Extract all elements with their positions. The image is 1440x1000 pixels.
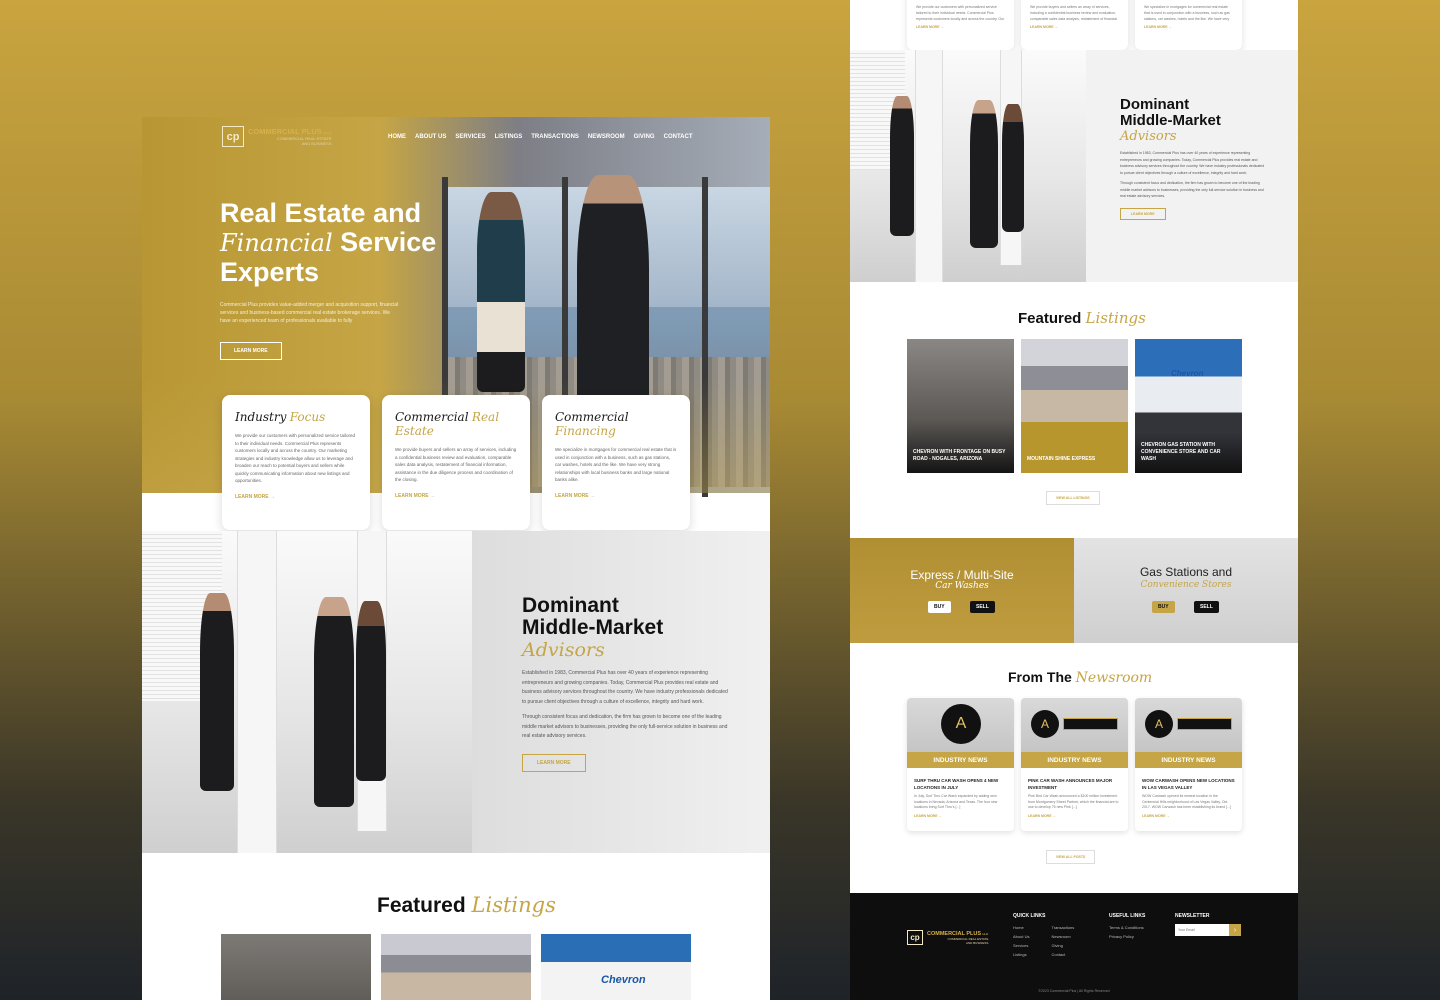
listing-card-1[interactable]: CHEVRON WITH FRONTAGE ON BUSY ROAD - NOG…	[907, 339, 1014, 473]
view-all-listings-button[interactable]: VIEW ALL LISTINGS	[1046, 491, 1100, 505]
card-learn-more-link[interactable]: LEARN MORE →	[235, 494, 357, 500]
hero-woman	[477, 192, 525, 392]
footer-link[interactable]: Newsroom	[1051, 932, 1074, 941]
footer-logo[interactable]: cp COMMERCIAL PLUS LLC COMMERCIAL REAL E…	[907, 930, 988, 945]
card-learn-more-link[interactable]: LEARN MORE →	[916, 25, 1005, 29]
footer-link[interactable]: Services	[1013, 941, 1029, 950]
dominant-text: Dominant Middle-Market Advisors Establis…	[522, 595, 732, 772]
newsroom-section: From The Newsroom A INDUSTRY NEWS SURF TH…	[850, 643, 1298, 893]
card-commercial-financing: Commercial Financing We specialize in mo…	[542, 395, 690, 530]
dominant-learn-more-button[interactable]: LEARN MORE	[1120, 207, 1166, 220]
chevron-sign: Chevron	[601, 974, 646, 986]
footer-link[interactable]: Home	[1013, 923, 1029, 932]
airplay-logo-icon: A	[1145, 710, 1173, 738]
news-learn-more-link[interactable]: LEARN MORE →	[1135, 811, 1242, 821]
card-learn-more-link[interactable]: LEARN MORE →	[1144, 25, 1233, 29]
logo-mark-icon: cp	[222, 126, 244, 147]
nav-contact[interactable]: CONTACT	[664, 134, 693, 140]
news-card-2[interactable]: A INDUSTRY NEWS PINK CAR WASH ANNOUNCES M…	[1021, 698, 1128, 831]
gas-station-buy-button[interactable]: BUY	[1152, 601, 1175, 613]
footer-link[interactable]: About Us	[1013, 932, 1029, 941]
listing-thumb-1[interactable]	[221, 934, 371, 1000]
view-all-posts-button[interactable]: VIEW ALL POSTS	[1046, 850, 1096, 864]
card-learn-more-link[interactable]: LEARN MORE →	[1030, 25, 1119, 29]
listing-card-3[interactable]: Chevron CHEVRON GAS STATION WITH CONVENI…	[1135, 339, 1242, 473]
hero-description: Commercial Plus provides value-added mer…	[220, 302, 399, 324]
logo[interactable]: cp COMMERCIAL PLUS LLC COMMERCIAL REAL E…	[222, 126, 332, 147]
card-learn-more-link[interactable]: LEARN MORE →	[555, 493, 677, 499]
listing-card-2[interactable]: MOUNTAIN SHINE EXPRESS	[1021, 339, 1128, 473]
chevron-sign: Chevron	[1171, 369, 1204, 378]
main-nav: HOME ABOUT US SERVICES LISTINGS TRANSACT…	[388, 134, 693, 140]
newsletter-email-input[interactable]	[1175, 924, 1229, 936]
nav-giving[interactable]: GIVING	[634, 134, 655, 140]
office-photo	[850, 50, 1086, 282]
office-photo	[142, 531, 472, 853]
nav-home[interactable]: HOME	[388, 134, 406, 140]
footer-link[interactable]: Privacy Policy	[1109, 932, 1145, 941]
banner-gas-stations: Gas Stations and Convenience Stores BUY …	[1074, 538, 1298, 643]
logo-mark-icon: cp	[907, 930, 923, 945]
footer: cp COMMERCIAL PLUS LLC COMMERCIAL REAL E…	[850, 893, 1298, 1000]
card-commercial-real-estate: Commercial Real Estate We provide buyers…	[382, 395, 530, 530]
airplay-logo-icon: A	[941, 704, 981, 744]
car-wash-sell-button[interactable]: SELL	[970, 601, 995, 613]
dominant-learn-more-button[interactable]: LEARN MORE	[522, 753, 586, 772]
category-banners: Express / Multi-Site Car Washes BUY SELL…	[850, 538, 1298, 643]
homepage-mockup-continued: We provide our customers with personaliz…	[850, 0, 1298, 1000]
copyright: ©2023 Commercial Plus | All Rights Reser…	[1038, 989, 1110, 993]
featured-listings-section: Featured Listings CHEVRON WITH FRONTAGE …	[850, 282, 1298, 538]
footer-link[interactable]: Listings	[1013, 950, 1029, 959]
listing-thumb-3[interactable]: Chevron	[541, 934, 691, 1000]
news-learn-more-link[interactable]: LEARN MORE →	[907, 811, 1014, 821]
news-card-3[interactable]: A INDUSTRY NEWS WOW CARWASH OPENS NEW LOC…	[1135, 698, 1242, 831]
nav-services[interactable]: SERVICES	[455, 134, 485, 140]
airplay-logo-icon: A	[1031, 710, 1059, 738]
car-wash-buy-button[interactable]: BUY	[928, 601, 951, 613]
nav-about[interactable]: ABOUT US	[415, 134, 446, 140]
newsletter-submit-button[interactable]: ›	[1229, 924, 1241, 936]
dominant-section: Dominant Middle-Market Advisors Establis…	[142, 531, 770, 853]
arrow-right-icon: ›	[1233, 926, 1237, 934]
footer-link[interactable]: Transactions	[1051, 923, 1074, 932]
news-learn-more-link[interactable]: LEARN MORE →	[1021, 811, 1128, 821]
news-card-1[interactable]: A INDUSTRY NEWS SURF THRU CAR WASH OPENS …	[907, 698, 1014, 831]
footer-link[interactable]: Giving	[1051, 941, 1074, 950]
hero-learn-more-button[interactable]: LEARN MORE	[220, 342, 282, 360]
nav-listings[interactable]: LISTINGS	[495, 134, 523, 140]
hero-title: Real Estate and Financial Service Expert…	[220, 198, 437, 287]
homepage-mockup-main: cp COMMERCIAL PLUS LLC COMMERCIAL REAL E…	[142, 117, 770, 1000]
card-industry-focus: Industry Focus We provide our customers …	[222, 395, 370, 530]
nav-newsroom[interactable]: NEWSROOM	[588, 134, 625, 140]
featured-listings-section: Featured Listings Chevron	[142, 853, 770, 1000]
banner-car-washes: Express / Multi-Site Car Washes BUY SELL	[850, 538, 1074, 643]
gas-station-sell-button[interactable]: SELL	[1194, 601, 1219, 613]
card-learn-more-link[interactable]: LEARN MORE →	[395, 493, 517, 499]
footer-link[interactable]: Terms & Conditions	[1109, 923, 1145, 932]
footer-link[interactable]: Contact	[1051, 950, 1074, 959]
service-cards-tail: We provide our customers with personaliz…	[850, 0, 1298, 50]
listing-thumb-2[interactable]	[381, 934, 531, 1000]
nav-transactions[interactable]: TRANSACTIONS	[531, 134, 579, 140]
dominant-section: Dominant Middle-Market Advisors Establis…	[850, 50, 1298, 282]
